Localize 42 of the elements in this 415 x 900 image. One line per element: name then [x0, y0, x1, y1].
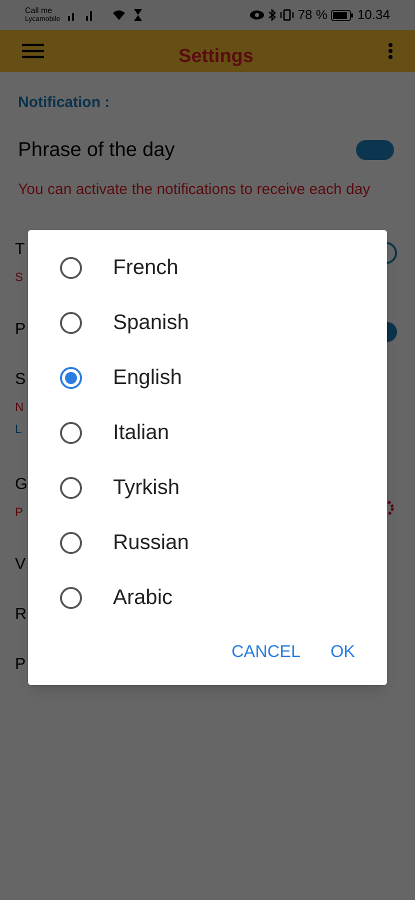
language-option[interactable]: Russian: [28, 515, 387, 570]
battery-percent: 78 %: [298, 6, 328, 24]
setting-title: G: [15, 474, 28, 494]
setting-title: S: [15, 370, 26, 390]
setting-title: Phrase of the day: [18, 138, 175, 162]
wifi-icon: [112, 9, 126, 21]
radio-button[interactable]: [60, 366, 82, 388]
setting-description: P: [15, 504, 24, 520]
language-option[interactable]: Arabic: [28, 570, 387, 625]
radio-button[interactable]: [60, 476, 82, 498]
radio-button[interactable]: [60, 422, 82, 444]
setting-title: P: [15, 654, 26, 674]
battery-icon: [331, 10, 354, 20]
setting-title: P: [15, 320, 26, 340]
radio-button[interactable]: [60, 256, 82, 278]
dialog-button[interactable]: OK: [318, 631, 367, 672]
hourglass-icon: [134, 9, 142, 21]
carrier-label: Call me: [25, 6, 54, 15]
clock-time: 10.34: [357, 6, 390, 24]
vibrate-icon: [280, 9, 294, 21]
menu-icon[interactable]: [22, 43, 44, 59]
language-option[interactable]: Italian: [28, 405, 387, 460]
radio-button[interactable]: [60, 586, 82, 608]
bluetooth-icon: [268, 9, 276, 21]
setting-title: T: [15, 240, 25, 260]
dialog-button[interactable]: CANCEL: [219, 631, 312, 672]
more-icon[interactable]: [388, 42, 393, 60]
setting-title: V: [15, 554, 26, 574]
eye-icon: [250, 10, 264, 20]
setting-description: N: [15, 398, 25, 416]
section-title: Notification :: [18, 93, 111, 113]
setting-description: S: [15, 268, 24, 286]
language-option[interactable]: French: [28, 240, 387, 295]
language-option[interactable]: English: [28, 350, 387, 405]
language-option[interactable]: Spanish: [28, 295, 387, 350]
header-title: Settings: [178, 44, 254, 69]
toggle-switch[interactable]: [356, 140, 394, 160]
setting-title: R: [15, 604, 27, 624]
radio-button[interactable]: [60, 312, 82, 334]
setting-description: You can activate the notifications to receive each day: [18, 180, 372, 200]
radio-button[interactable]: [60, 532, 82, 554]
language-option[interactable]: Tyrkish: [28, 460, 387, 515]
